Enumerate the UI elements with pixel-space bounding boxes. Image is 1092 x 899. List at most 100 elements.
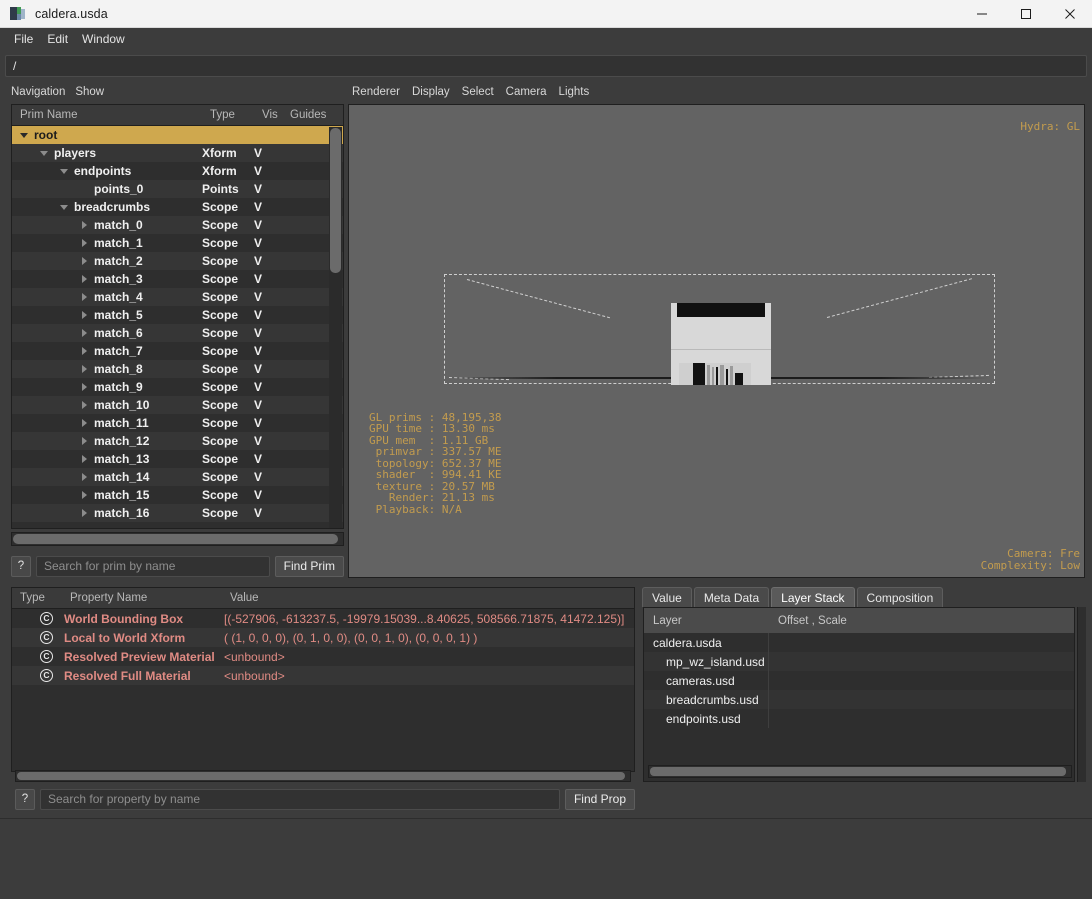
- prim-type-cell[interactable]: Scope: [202, 488, 254, 502]
- chevron-right-icon[interactable]: [78, 419, 90, 427]
- chevron-right-icon[interactable]: [78, 311, 90, 319]
- prim-vis-cell[interactable]: V: [254, 308, 282, 322]
- col-property-name[interactable]: Property Name: [62, 592, 222, 604]
- prim-type-cell[interactable]: Scope: [202, 362, 254, 376]
- menu-edit[interactable]: Edit: [40, 30, 75, 48]
- prim-tree[interactable]: Prim Name Type Vis Guides root players Xfo…: [11, 104, 344, 529]
- layer-stack-row[interactable]: mp_wz_island.usd: [644, 652, 1074, 671]
- property-table-hscrollbar[interactable]: [15, 770, 631, 782]
- prim-type-cell[interactable]: Scope: [202, 344, 254, 358]
- prim-tree-row[interactable]: players Xform V: [12, 144, 343, 162]
- prim-name-cell[interactable]: endpoints: [12, 164, 202, 178]
- prim-type-cell[interactable]: Scope: [202, 380, 254, 394]
- chevron-down-icon[interactable]: [58, 168, 70, 174]
- prim-name-cell[interactable]: match_3: [12, 272, 202, 286]
- prim-tree-row[interactable]: match_16 Scope V: [12, 504, 343, 522]
- prim-tree-row[interactable]: match_0 Scope V: [12, 216, 343, 234]
- property-value-cell[interactable]: <unbound>: [222, 669, 634, 683]
- prim-type-cell[interactable]: Scope: [202, 398, 254, 412]
- property-row[interactable]: C Resolved Preview Material <unbound>: [12, 647, 634, 666]
- menu-camera[interactable]: Camera: [506, 86, 547, 98]
- prim-type-cell[interactable]: Points: [202, 182, 254, 196]
- property-row[interactable]: C Resolved Full Material <unbound>: [12, 666, 634, 685]
- prim-name-cell[interactable]: match_2: [12, 254, 202, 268]
- prim-tree-row[interactable]: match_8 Scope V: [12, 360, 343, 378]
- chevron-right-icon[interactable]: [78, 257, 90, 265]
- prim-vis-cell[interactable]: V: [254, 434, 282, 448]
- chevron-right-icon[interactable]: [78, 491, 90, 499]
- layer-name-cell[interactable]: caldera.usda: [644, 633, 769, 652]
- prim-tree-row[interactable]: match_10 Scope V: [12, 396, 343, 414]
- prim-name-cell[interactable]: match_16: [12, 506, 202, 520]
- layer-stack-hscrollbar[interactable]: [648, 765, 1072, 778]
- tab-composition[interactable]: Composition: [856, 587, 944, 607]
- prim-tree-row[interactable]: match_11 Scope V: [12, 414, 343, 432]
- close-icon[interactable]: [1048, 0, 1092, 28]
- prim-tree-row[interactable]: match_15 Scope V: [12, 486, 343, 504]
- col-offset-scale[interactable]: Offset , Scale: [769, 615, 1074, 627]
- search-input[interactable]: Search for prim by name: [36, 555, 270, 577]
- chevron-right-icon[interactable]: [78, 221, 90, 229]
- property-row[interactable]: C Local to World Xform( (1, 0, 0, 0), (0,…: [12, 628, 634, 647]
- prim-vis-cell[interactable]: V: [254, 182, 282, 196]
- menu-lights[interactable]: Lights: [559, 86, 590, 98]
- chevron-right-icon[interactable]: [78, 383, 90, 391]
- col-layer[interactable]: Layer: [644, 615, 769, 627]
- find-prim-button[interactable]: Find Prim: [274, 555, 344, 577]
- layer-stack-row[interactable]: cameras.usd: [644, 671, 1074, 690]
- prim-name-cell[interactable]: players: [12, 146, 202, 160]
- prim-tree-row[interactable]: match_2 Scope V: [12, 252, 343, 270]
- property-value-cell[interactable]: [(-527906, -613237.5, -19979.15039...8.4…: [222, 612, 634, 626]
- col-prim-name[interactable]: Prim Name: [12, 109, 202, 121]
- chevron-down-icon[interactable]: [18, 132, 30, 138]
- chevron-right-icon[interactable]: [78, 329, 90, 337]
- chevron-right-icon[interactable]: [78, 365, 90, 373]
- prim-vis-cell[interactable]: V: [254, 380, 282, 394]
- prim-vis-cell[interactable]: V: [254, 146, 282, 160]
- prim-name-cell[interactable]: match_0: [12, 218, 202, 232]
- prim-tree-vscrollbar[interactable]: [329, 127, 342, 528]
- prim-vis-cell[interactable]: V: [254, 452, 282, 466]
- prim-type-cell[interactable]: Scope: [202, 218, 254, 232]
- prim-tree-row[interactable]: match_12 Scope V: [12, 432, 343, 450]
- chevron-right-icon[interactable]: [78, 509, 90, 517]
- prim-type-cell[interactable]: Scope: [202, 272, 254, 286]
- layer-name-cell[interactable]: breadcrumbs.usd: [644, 690, 769, 709]
- prim-name-cell[interactable]: match_14: [12, 470, 202, 484]
- prim-vis-cell[interactable]: V: [254, 272, 282, 286]
- chevron-down-icon[interactable]: [58, 204, 70, 210]
- prim-tree-row[interactable]: root: [12, 126, 343, 144]
- prim-vis-cell[interactable]: V: [254, 164, 282, 178]
- chevron-right-icon[interactable]: [78, 401, 90, 409]
- prim-type-cell[interactable]: Scope: [202, 434, 254, 448]
- prim-vis-cell[interactable]: V: [254, 254, 282, 268]
- prim-vis-cell[interactable]: V: [254, 218, 282, 232]
- prim-type-cell[interactable]: Scope: [202, 326, 254, 340]
- find-prop-button[interactable]: Find Prop: [564, 788, 635, 810]
- prim-type-cell[interactable]: Scope: [202, 506, 254, 520]
- layer-name-cell[interactable]: cameras.usd: [644, 671, 769, 690]
- layer-stack-row[interactable]: breadcrumbs.usd: [644, 690, 1074, 709]
- prim-vis-cell[interactable]: V: [254, 398, 282, 412]
- help-icon[interactable]: ?: [11, 555, 31, 577]
- prim-name-cell[interactable]: points_0: [12, 182, 202, 196]
- tab-value[interactable]: Value: [642, 587, 692, 607]
- prim-name-cell[interactable]: match_4: [12, 290, 202, 304]
- prim-vis-cell[interactable]: V: [254, 470, 282, 484]
- chevron-right-icon[interactable]: [78, 347, 90, 355]
- search-input[interactable]: Search for property by name: [40, 788, 560, 810]
- prim-name-cell[interactable]: match_5: [12, 308, 202, 322]
- prim-name-cell[interactable]: match_7: [12, 344, 202, 358]
- layer-name-cell[interactable]: endpoints.usd: [644, 709, 769, 728]
- prim-type-cell[interactable]: Scope: [202, 308, 254, 322]
- scroll-thumb[interactable]: [650, 767, 1066, 776]
- prim-type-cell[interactable]: Scope: [202, 470, 254, 484]
- prim-vis-cell[interactable]: V: [254, 506, 282, 520]
- scroll-thumb[interactable]: [330, 128, 341, 273]
- chevron-down-icon[interactable]: [38, 150, 50, 156]
- property-row[interactable]: C World Bounding Box [(-527906, -613237.5,…: [12, 609, 634, 628]
- layer-stack-row[interactable]: endpoints.usd: [644, 709, 1074, 728]
- scroll-thumb[interactable]: [13, 534, 338, 544]
- prim-tree-row[interactable]: match_6 Scope V: [12, 324, 343, 342]
- menu-navigation[interactable]: Navigation: [11, 86, 65, 98]
